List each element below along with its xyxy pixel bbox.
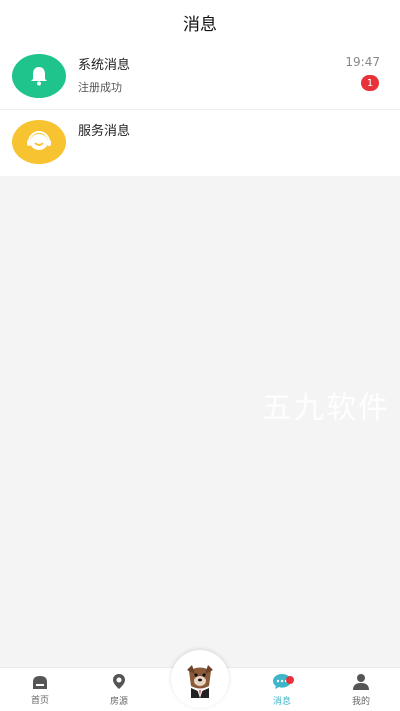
message-item-system[interactable]: 系统消息 注册成功 19:47 1 (0, 44, 400, 110)
message-time: 19:47 (345, 55, 380, 69)
tab-label: 房源 (109, 697, 128, 707)
tab-label: 首页 (30, 696, 49, 706)
headset-icon (12, 120, 66, 164)
message-title: 服务消息 (78, 124, 131, 139)
unread-badge: 1 (361, 75, 379, 91)
header-bar: 消息 (0, 0, 400, 44)
watermark: 五九软件 (262, 391, 390, 426)
message-title: 系统消息 (78, 58, 131, 73)
unread-dot (286, 676, 294, 684)
bell-icon (12, 54, 66, 98)
tab-label: 我的 (351, 697, 370, 707)
message-list: 系统消息 注册成功 19:47 1 服务消息 (0, 44, 400, 176)
person-icon (353, 674, 369, 690)
home-icon (33, 676, 47, 689)
tab-home[interactable]: 首页 (10, 668, 70, 711)
center-mascot-button[interactable] (171, 650, 229, 708)
page-title: 消息 (183, 14, 217, 35)
message-preview: 注册成功 (78, 81, 122, 94)
mascot-icon (178, 657, 222, 701)
tab-label: 消息 (272, 697, 291, 707)
tab-messages[interactable]: 消息 (252, 668, 312, 711)
tab-mine[interactable]: 我的 (331, 668, 391, 711)
location-pin-icon (113, 674, 125, 689)
tab-listings[interactable]: 房源 (89, 668, 149, 711)
message-item-service[interactable]: 服务消息 (0, 110, 400, 176)
